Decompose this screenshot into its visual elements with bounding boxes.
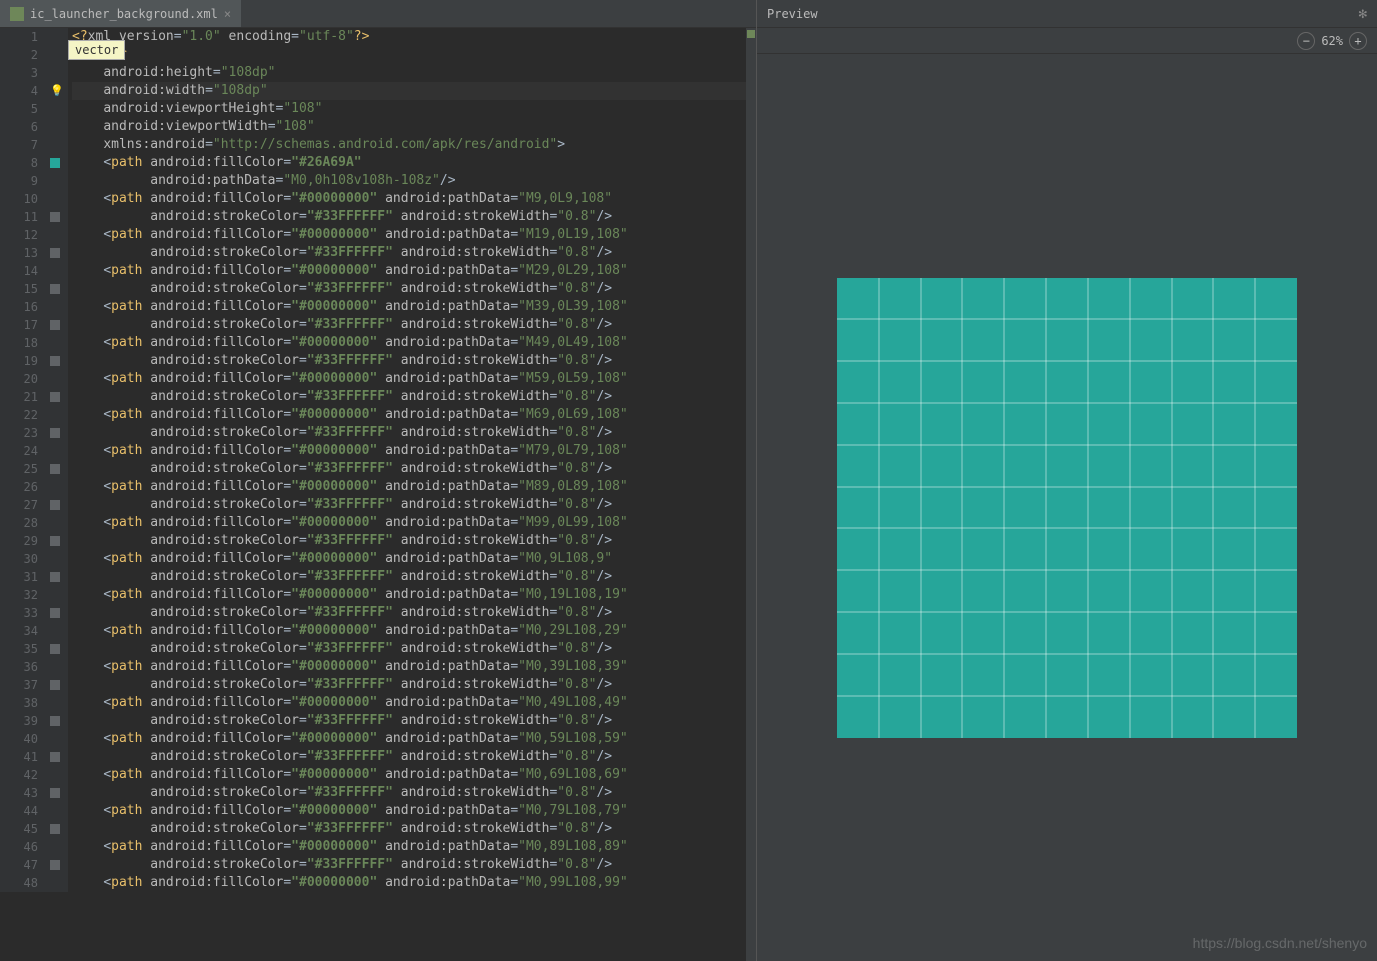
preview-title: Preview <box>767 7 818 21</box>
gutter-markers: 💡 <box>50 28 68 892</box>
xml-file-icon <box>10 7 24 21</box>
editor-panel: ic_launcher_background.xml × vector 1234… <box>0 0 757 961</box>
breadcrumb-tooltip: vector <box>68 40 125 60</box>
zoom-level: 62% <box>1321 34 1343 48</box>
scrollbar[interactable] <box>746 28 756 961</box>
close-icon[interactable]: × <box>224 7 231 21</box>
line-number-gutter[interactable]: 1234567891011121314151617181920212223242… <box>0 28 50 892</box>
preview-panel: Preview ✻ − 62% + https://blog.csdn.net/… <box>757 0 1377 961</box>
zoom-toolbar: − 62% + <box>757 28 1377 54</box>
zoom-out-button[interactable]: − <box>1297 32 1315 50</box>
tab-bar: ic_launcher_background.xml × <box>0 0 756 28</box>
code-lines[interactable]: <?xml version="1.0" encoding="utf-8"?><v… <box>68 28 756 892</box>
vector-drawable-preview <box>837 278 1297 738</box>
preview-header: Preview ✻ <box>757 0 1377 28</box>
zoom-in-button[interactable]: + <box>1349 32 1367 50</box>
preview-canvas[interactable]: https://blog.csdn.net/shenyo <box>757 54 1377 961</box>
file-tab-label: ic_launcher_background.xml <box>30 7 218 21</box>
code-area[interactable]: vector 123456789101112131415161718192021… <box>0 28 756 961</box>
file-tab[interactable]: ic_launcher_background.xml × <box>0 0 241 27</box>
watermark: https://blog.csdn.net/shenyo <box>1193 935 1367 951</box>
gear-icon[interactable]: ✻ <box>1359 6 1367 22</box>
scrollbar-marker-icon <box>747 30 755 38</box>
